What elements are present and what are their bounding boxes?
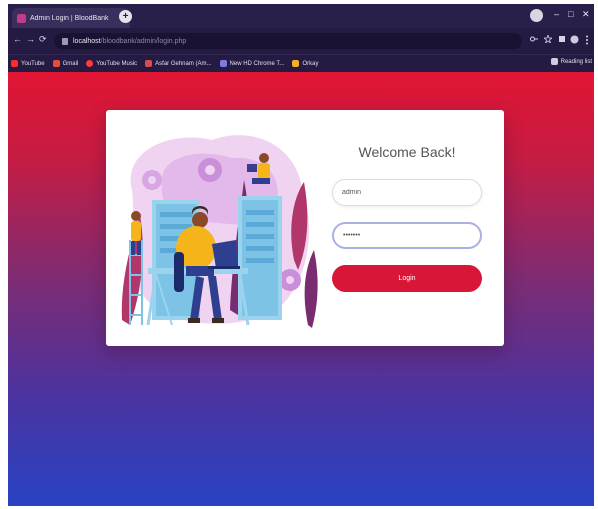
login-form: Welcome Back! Login <box>332 110 492 346</box>
gmail-icon <box>52 60 60 67</box>
key-icon[interactable] <box>530 35 538 43</box>
bookmark-label: Orkay <box>302 60 319 67</box>
bookmark-asfar[interactable]: Asfar Gehnam (Am... <box>145 60 212 67</box>
url-path: /bloodbank/admin/login.php <box>100 37 187 45</box>
menu-kebab-icon[interactable] <box>585 35 589 45</box>
reload-icon[interactable]: ⟳ <box>39 34 47 45</box>
bookmark-youtube[interactable]: YouTube <box>11 60 45 67</box>
tab-strip: Admin Login | BloodBank × + – □ ✕ <box>8 4 594 28</box>
bookmark-label: Asfar Gehnam (Am... <box>155 60 212 67</box>
maximize-icon[interactable]: □ <box>568 9 573 19</box>
browser-window: Admin Login | BloodBank × + – □ ✕ ← → ⟳ … <box>8 4 594 506</box>
url-host: localhost <box>73 37 101 45</box>
bookmark-label: YouTube Music <box>96 60 138 67</box>
page-background: Welcome Back! Login <box>8 72 594 506</box>
bookmark-orkay[interactable]: Orkay <box>292 60 318 67</box>
username-input[interactable] <box>332 179 482 206</box>
login-card: Welcome Back! Login <box>106 110 504 346</box>
back-icon[interactable]: ← <box>13 34 22 44</box>
login-button[interactable]: Login <box>332 265 482 292</box>
site-info-icon[interactable] <box>62 37 68 45</box>
reading-list-button[interactable]: Reading list <box>550 58 592 65</box>
browser-toolbar: ← → ⟳ localhost /bloodbank/admin/login.p… <box>8 28 594 54</box>
address-bar[interactable]: localhost /bloodbank/admin/login.php <box>54 33 522 49</box>
office-illustration <box>121 135 318 328</box>
profile-avatar[interactable] <box>530 9 543 22</box>
bookmark-label: New HD Chrome T... <box>229 60 285 67</box>
bookmark-label: YouTube <box>21 60 45 67</box>
bookmark-chrome-theme[interactable]: New HD Chrome T... <box>219 60 285 67</box>
bookmark-star-icon[interactable] <box>544 35 552 43</box>
bookmark-youtube-music[interactable]: YouTube Music <box>86 60 137 67</box>
bookmark-page-icon <box>219 60 227 67</box>
reading-list-label: Reading list <box>560 58 592 65</box>
folder-icon <box>292 60 300 67</box>
tab-title: Admin Login | BloodBank <box>30 14 109 22</box>
bookmark-page-icon <box>145 60 153 67</box>
tab-favicon-icon <box>17 13 26 23</box>
close-window-icon[interactable]: ✕ <box>582 9 590 20</box>
extensions-icon[interactable] <box>558 35 566 43</box>
new-tab-icon[interactable]: + <box>119 10 132 23</box>
bookmark-gmail[interactable]: Gmail <box>52 60 79 67</box>
profile-icon[interactable] <box>570 35 579 44</box>
youtube-music-icon <box>86 60 94 67</box>
reading-list-icon <box>550 58 558 65</box>
forward-icon[interactable]: → <box>26 34 35 44</box>
password-input[interactable] <box>332 222 482 249</box>
youtube-icon <box>11 60 18 67</box>
welcome-heading: Welcome Back! <box>358 144 456 160</box>
minimize-icon[interactable]: – <box>554 9 559 19</box>
bookmarks-bar: YouTube Gmail YouTube Music Asfar Gehnam… <box>8 54 594 72</box>
browser-tab[interactable]: Admin Login | BloodBank × <box>12 8 130 28</box>
bookmark-label: Gmail <box>62 60 79 67</box>
